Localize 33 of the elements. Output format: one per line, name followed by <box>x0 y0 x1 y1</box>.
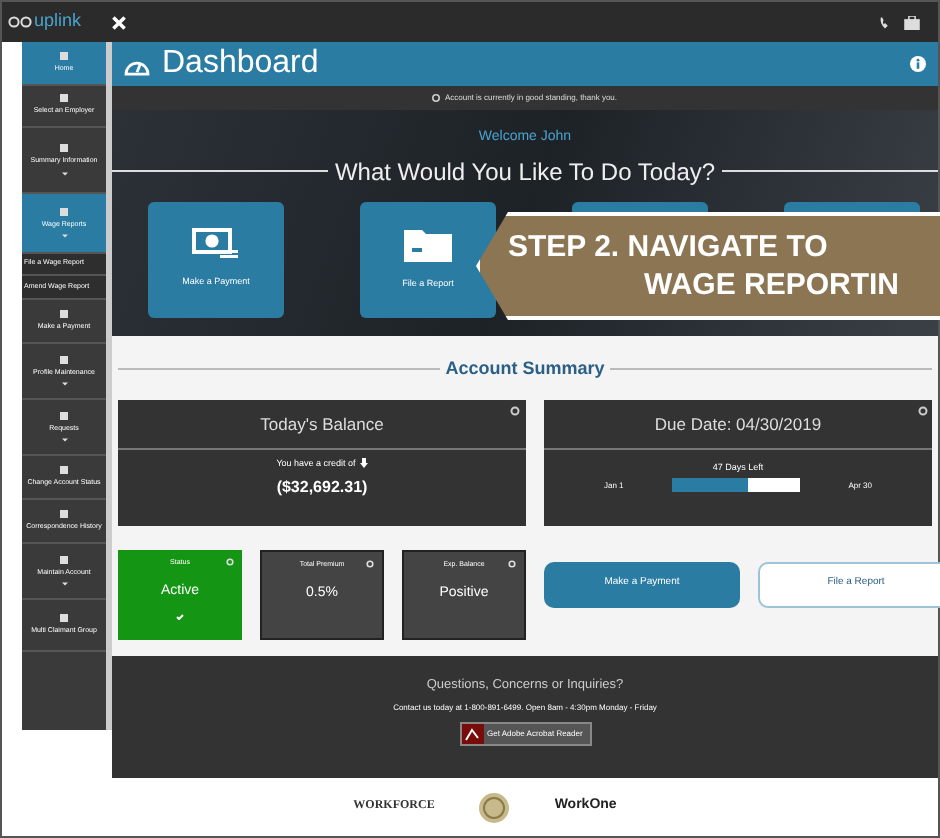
menu-item-icon <box>60 51 68 60</box>
menu-item-icon <box>60 207 68 216</box>
step-callout: STEP 2. NAVIGATE TO WAGE REPORTIN <box>476 212 940 320</box>
pdf-icon <box>461 723 483 744</box>
money-icon <box>192 228 240 261</box>
phone-icon[interactable] <box>878 15 892 29</box>
hero-question: What Would You Like To Do Today? <box>334 155 716 189</box>
uplink-logo: uplink <box>8 8 112 36</box>
section-heading: Account Summary <box>445 356 605 382</box>
menu-item-icon <box>60 613 68 622</box>
menu-item-icon <box>60 555 68 564</box>
seal-icon <box>478 791 511 823</box>
menu-item-icon <box>60 94 68 103</box>
folder-icon <box>404 226 452 263</box>
menu-item-icon <box>60 309 68 318</box>
logo-mark-icon <box>8 15 32 28</box>
menu-item-icon <box>60 509 68 518</box>
menu-item-icon <box>60 411 68 420</box>
info-icon[interactable] <box>910 56 926 72</box>
menu-item-icon <box>60 355 68 364</box>
menu-item-icon <box>60 144 68 153</box>
page-title: Dashboard <box>162 44 319 84</box>
check-icon <box>176 614 184 621</box>
close-icon[interactable] <box>112 15 126 29</box>
balance-amount: ($32,692.31) <box>274 476 370 501</box>
card-title: Today's Balance <box>118 399 526 449</box>
menu-item-icon <box>60 465 68 474</box>
action-tile[interactable] <box>784 201 920 211</box>
card-title: Due Date: 04/30/2019 <box>544 399 932 449</box>
scrollbar[interactable] <box>106 42 112 730</box>
briefcase-icon[interactable] <box>904 15 920 29</box>
arrow-down-icon <box>359 458 368 469</box>
action-tile[interactable] <box>572 201 708 211</box>
